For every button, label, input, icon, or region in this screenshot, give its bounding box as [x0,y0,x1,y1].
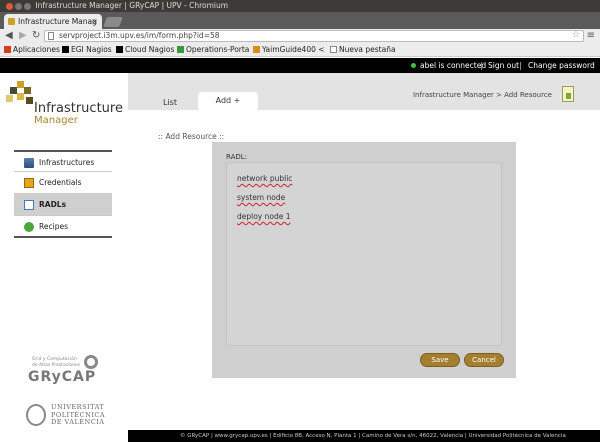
bookmark-nueva-pestana[interactable]: Nueva pestaña [330,43,396,57]
add-resource-panel: :: Add Resource :: RADL: network public … [128,110,600,430]
radl-field-label: RADL: [226,153,248,161]
back-arrow-icon[interactable]: ◀ [5,30,13,42]
change-password-link[interactable]: Change password [528,58,595,73]
breadcrumb: Infrastructure Manager > Add Resource [412,91,552,99]
logo-pixel-icon [17,81,24,88]
page-icon [48,32,54,40]
address-bar[interactable]: servproject.i3m.upv.es/im/form.php?id=58… [44,30,584,42]
new-tab-button[interactable] [103,17,123,27]
browser-tab-title: Infrastructure Manag [18,17,97,26]
sign-out-link[interactable]: Sign out [488,58,519,73]
radl-line: network public [237,174,293,183]
logo-pixel-icon [26,97,33,104]
bookmark-star-icon[interactable]: ☆ [572,30,580,40]
upv-seal-icon [26,404,46,426]
app-topbar: abel is connected Sign out Change passwo… [0,58,600,73]
logo-pixel-icon [10,87,17,94]
window-title: Infrastructure Manager | GRyCAP | UPV - … [35,1,229,10]
cancel-button[interactable]: Cancel [464,353,504,367]
connected-status-icon [411,63,416,68]
brand-title: Infrastructure [34,101,123,116]
tab-add[interactable]: Add + [198,92,258,110]
reload-icon[interactable]: ↻ [32,30,40,42]
sidebar-item-label: RADLs [39,200,67,209]
infrastructure-manager-logo[interactable]: Infrastructure Manager [6,81,126,127]
bookmark-egi-nagios[interactable]: EGI Nagios [62,43,112,57]
radl-icon [24,200,34,210]
tab-list[interactable]: List [148,95,192,110]
logo-pixel-icon [24,87,31,94]
yaim-icon [253,46,260,53]
tab-close-icon[interactable]: × [91,14,98,29]
servers-icon [24,158,34,168]
portal-icon [177,46,184,53]
divider [481,62,482,70]
bookmark-operations-portal[interactable]: Operations-Porta [177,43,249,57]
sidebar-item-credentials[interactable]: Credentials [14,172,112,194]
browser-toolbar: ◀ ▶ ↻ servproject.i3m.upv.es/im/form.php… [0,29,600,43]
content-area: List Add + Infrastructure Manager > Add … [128,73,600,430]
radl-form: RADL: network public system node deploy … [212,142,516,378]
sidebar-item-label: Credentials [39,178,82,187]
upv-wordmark: UNIVERSITAT POLITÈCNICA DE VALÈNCIA [51,403,106,426]
sidebar-item-label: Infrastructures [39,158,95,167]
sidebar-item-recipes[interactable]: Recipes [14,216,112,238]
upv-logo[interactable]: UNIVERSITAT POLITÈCNICA DE VALÈNCIA [26,403,106,429]
brand-subtitle: Manager [34,115,78,126]
bookmark-cloud-nagios[interactable]: Cloud Nagios [116,43,174,57]
logo-pixel-icon [6,95,13,102]
sidebar-nav: Infrastructures Credentials RADLs Recipe… [14,150,112,238]
browser-tab-active[interactable]: Infrastructure Manag × [4,14,102,29]
nagios-icon [62,46,69,53]
sidebar-item-infrastructures[interactable]: Infrastructures [14,150,112,172]
recipes-icon [24,222,34,232]
save-button[interactable]: Save [420,353,460,367]
close-window-icon[interactable] [6,2,13,10]
site-favicon-icon [8,18,15,25]
sidebar-item-label: Recipes [39,222,68,231]
grycap-ring-icon [84,355,98,369]
nagios-icon [116,46,123,53]
forward-arrow-icon[interactable]: ▶ [19,30,27,42]
hamburger-menu-icon[interactable]: ≡ [587,30,595,41]
minimize-window-icon[interactable] [15,2,22,10]
radl-line: deploy node 1 [237,212,291,221]
connection-status: abel is connected [420,61,487,70]
footer: © GRyCAP | www.grycap.upv.es | Edificio … [128,430,600,442]
window-titlebar: Infrastructure Manager | GRyCAP | UPV - … [0,0,600,12]
maximize-window-icon[interactable] [24,2,31,10]
grycap-tagline: Grid y Computación de Altas Prestaciones [32,357,81,368]
tab-strip: Infrastructure Manag × [0,12,600,29]
page-icon [330,46,337,53]
spreadsheet-doc-icon [562,86,574,102]
url-text: servproject.i3m.upv.es/im/form.php?id=58 [59,31,220,40]
apps-grid-icon [4,46,11,53]
panel-title: :: Add Resource :: [158,132,225,141]
grycap-wordmark: GRyCAP [28,369,97,385]
logo-pixel-icon [17,93,24,100]
radl-textarea[interactable]: network public system node deploy node 1 [226,162,502,346]
bookmark-yaimguide[interactable]: YaimGuide400 < [253,43,325,57]
divider [520,62,521,70]
sidebar-item-radls[interactable]: RADLs [14,194,112,216]
grycap-logo[interactable]: Grid y Computación de Altas Prestaciones… [24,355,104,391]
app-main: Infrastructure Manager Infrastructures C… [0,73,600,430]
sidebar: Infrastructure Manager Infrastructures C… [0,73,128,430]
bookmark-apps[interactable]: Aplicaciones [4,43,60,57]
bookmarks-bar: Aplicaciones EGI Nagios Cloud Nagios Ope… [0,43,600,57]
radl-line: system node [237,193,286,202]
footer-spacer [0,430,128,442]
credentials-icon [24,178,34,188]
